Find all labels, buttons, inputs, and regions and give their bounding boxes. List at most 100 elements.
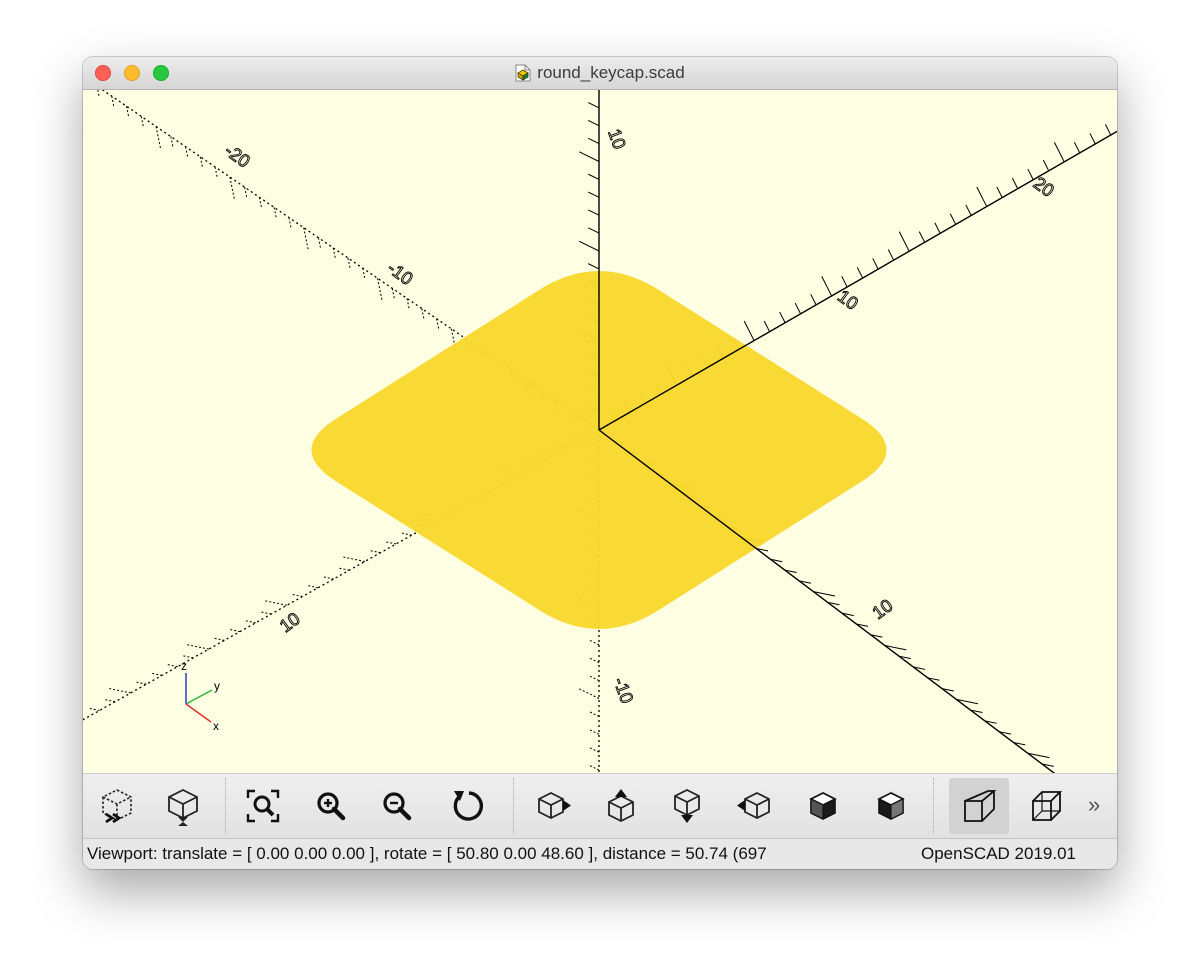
view-toolbar: » <box>83 773 1117 838</box>
zoom-in-button[interactable] <box>303 778 359 834</box>
view-all-button[interactable] <box>235 778 291 834</box>
axis-tick <box>918 231 926 243</box>
reset-view-button[interactable] <box>441 778 497 834</box>
view-front-button[interactable] <box>795 778 851 834</box>
axis-tick <box>587 710 600 717</box>
axis-tick <box>111 95 115 108</box>
view-top-button[interactable] <box>593 778 649 834</box>
perspective-icon <box>964 790 997 822</box>
axis-label-pos-y-10: 10 <box>868 595 896 623</box>
axis-tick <box>1011 177 1019 189</box>
view-bottom-button[interactable] <box>659 778 715 834</box>
app-window: round_keycap.scad -20 -10 10 20 10 10 10… <box>83 57 1117 869</box>
axis-tick <box>934 222 941 234</box>
toolbar-overflow-chevron-icon[interactable]: » <box>1088 792 1100 818</box>
preview-icon <box>102 789 132 824</box>
gizmo-label-z: z <box>181 659 187 673</box>
axis-label-neg-x-20: -20 <box>221 140 254 171</box>
orthogonal-button[interactable] <box>1019 778 1075 834</box>
axis-tick <box>587 209 600 216</box>
zoom-out-icon <box>383 792 412 821</box>
axis-tick <box>587 102 600 109</box>
view-right-icon <box>538 791 571 820</box>
axis-tick <box>134 681 147 685</box>
axis-tick <box>317 237 322 250</box>
axis-gizmo: z y x <box>181 659 220 733</box>
toolbar-separator <box>513 778 514 834</box>
axis-tick <box>103 698 116 703</box>
axis-tick <box>996 186 1003 198</box>
axis-label-neg-z-10: -10 <box>610 675 638 706</box>
axis-tick <box>229 176 235 199</box>
axis-tick <box>377 278 383 300</box>
version-text: OpenSCAD 2019.01 <box>921 844 1076 863</box>
view-all-icon <box>246 789 280 823</box>
scad-file-icon <box>515 64 531 82</box>
axis-label-pos-z-10: 10 <box>604 126 630 152</box>
axis-tick <box>1089 133 1096 145</box>
axis-tick <box>187 644 209 650</box>
axis-tick <box>150 672 163 676</box>
axis-tick <box>337 567 350 571</box>
axis-tick <box>421 308 425 321</box>
preview-button[interactable] <box>89 778 145 834</box>
axis-tick <box>587 674 600 682</box>
axis-tick <box>587 137 600 145</box>
axis-tick <box>165 663 178 668</box>
axis-label-neg-y-10: 10 <box>276 608 304 636</box>
window-title: round_keycap.scad <box>537 63 685 82</box>
axis-tick <box>212 637 225 641</box>
axis-tick <box>332 247 337 260</box>
axis-tick <box>578 240 600 252</box>
axis-tick <box>856 267 864 279</box>
axis-tick <box>587 173 600 180</box>
view-back-button[interactable] <box>863 778 919 834</box>
view-back-icon <box>877 792 905 820</box>
axis-tick <box>321 576 334 580</box>
axis-tick <box>587 263 600 270</box>
axis-tick <box>97 90 100 98</box>
axis-tick <box>898 231 910 252</box>
status-bar: Viewport: translate = [ 0.00 0.00 0.00 ]… <box>83 838 1117 869</box>
axis-tick <box>290 593 303 598</box>
view-left-button[interactable] <box>727 778 783 834</box>
axis-tick <box>1027 168 1034 180</box>
axis-tick <box>587 656 600 664</box>
axis-label-neg-x-10: -10 <box>384 258 417 289</box>
zoom-out-button[interactable] <box>369 778 425 834</box>
title-group: round_keycap.scad <box>83 57 1117 89</box>
axis-tick <box>87 707 100 711</box>
axis-tick <box>810 293 817 306</box>
view-top-icon <box>608 789 634 823</box>
render-button[interactable] <box>155 778 211 834</box>
axis-tick <box>368 549 381 554</box>
axis-label-pos-x-10: 10 <box>834 286 862 314</box>
title-bar[interactable]: round_keycap.scad <box>83 57 1117 90</box>
toolbar-separator <box>225 778 226 834</box>
axis-tick <box>259 611 272 615</box>
toolbar-separator <box>933 778 934 834</box>
axis-tick <box>794 302 802 315</box>
axis-tick <box>976 186 988 207</box>
axis-tick <box>214 166 218 179</box>
axis-tick <box>587 728 600 735</box>
axis-tick <box>587 639 600 646</box>
axis-tick <box>779 311 786 323</box>
axis-tick <box>1053 142 1065 163</box>
gizmo-label-x: x <box>213 719 219 733</box>
axis-tick <box>384 541 397 545</box>
axis-tick <box>185 146 189 159</box>
3d-viewport[interactable]: -20 -10 10 20 10 10 10 -10 z y x <box>83 90 1117 773</box>
axis-tick <box>228 628 241 633</box>
perspective-button[interactable] <box>949 778 1009 834</box>
axis-tick <box>763 320 771 332</box>
pos-x-axis <box>598 130 1117 431</box>
axis-tick <box>949 213 957 225</box>
viewport-canvas[interactable]: -20 -10 10 20 10 10 10 -10 z y x <box>83 90 1117 773</box>
axis-tick <box>155 126 161 149</box>
view-right-button[interactable] <box>525 778 581 834</box>
zoom-in-icon <box>317 792 346 821</box>
gizmo-label-y: y <box>214 679 220 693</box>
axis-tick <box>587 227 600 234</box>
view-front-icon <box>809 792 837 820</box>
